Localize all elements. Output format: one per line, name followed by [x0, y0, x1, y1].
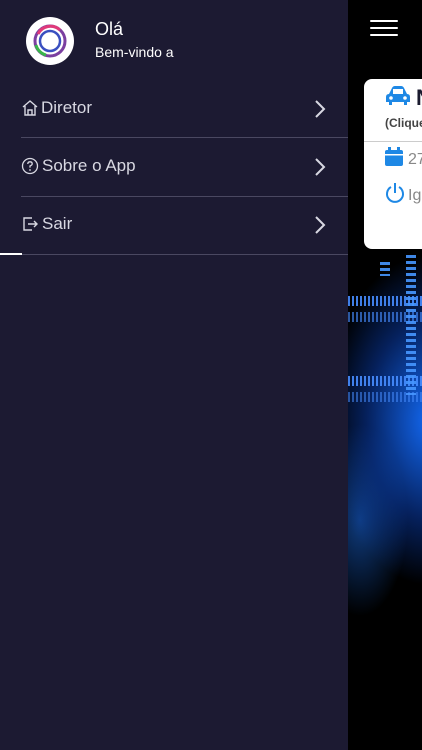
welcome-text: Bem-vindo a — [95, 44, 174, 60]
drawer-header: Olá Bem-vindo a — [0, 0, 348, 80]
car-icon — [386, 86, 410, 105]
card-divider — [364, 141, 422, 142]
menu-item-diretor[interactable]: Diretor — [0, 80, 348, 138]
greeting-text: Olá — [95, 19, 124, 39]
ignition-label: Ig — [408, 187, 422, 204]
logout-icon — [23, 217, 38, 231]
menu-item-label: Sair — [42, 214, 73, 233]
calendar-icon — [385, 147, 403, 166]
navigation-drawer: Olá Bem-vindo a Diretor Sobre o App Sair — [0, 0, 348, 750]
chevron-right-icon — [315, 158, 326, 176]
help-circle-icon — [21, 157, 39, 175]
vehicle-card[interactable]: N (Clique 27 Ig — [364, 79, 422, 249]
home-icon — [22, 100, 38, 116]
menu-item-sair[interactable]: Sair — [0, 196, 348, 254]
background-decoration — [406, 255, 416, 395]
divider — [21, 254, 348, 255]
vehicle-name: N — [416, 85, 422, 111]
menu-item-label: Diretor — [41, 98, 93, 117]
app-logo — [26, 17, 74, 65]
selected-indicator — [0, 253, 22, 255]
menu-item-label: Sobre o App — [42, 156, 136, 175]
chevron-right-icon — [315, 100, 326, 118]
background-decoration — [380, 262, 390, 276]
power-icon — [386, 183, 404, 203]
menu-item-sobre-o-app[interactable]: Sobre o App — [0, 138, 348, 196]
logo-rings-icon — [33, 24, 67, 58]
menu-hamburger-button[interactable] — [370, 18, 400, 38]
date-value: 27 — [408, 151, 422, 168]
chevron-right-icon — [315, 216, 326, 234]
vehicle-hint-text: (Clique — [385, 116, 422, 130]
